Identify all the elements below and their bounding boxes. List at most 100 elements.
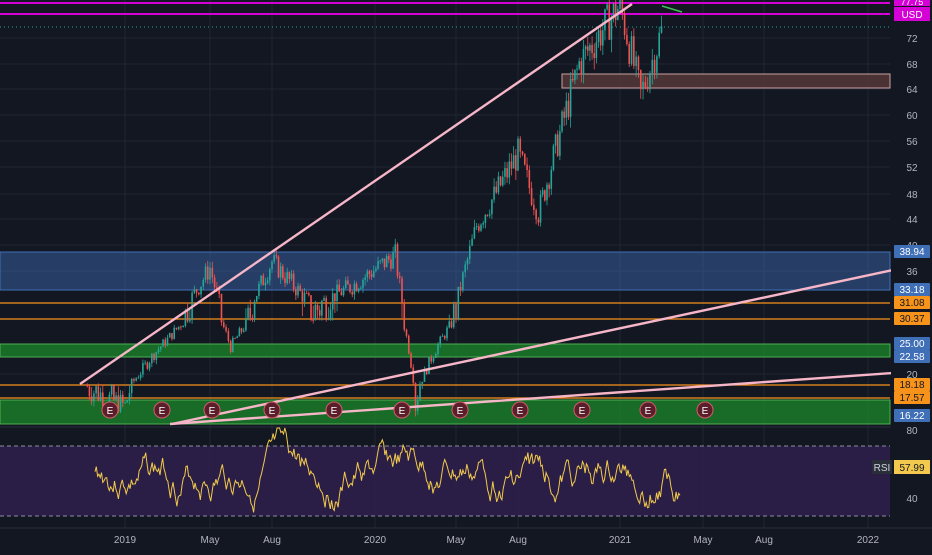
time-axis-label: 2022	[857, 535, 880, 546]
candle-body	[602, 30, 604, 46]
candle-body	[323, 298, 325, 301]
candle-body	[260, 275, 262, 284]
resistance-zone-blue	[0, 251, 891, 291]
candle-body	[403, 302, 406, 330]
candle-body	[180, 326, 182, 328]
candle-body	[561, 111, 563, 132]
candle-body	[364, 277, 366, 280]
candle-body	[251, 317, 254, 320]
candle-body	[488, 214, 491, 216]
candle-body	[578, 61, 580, 69]
candle-body	[468, 245, 471, 259]
candle-body	[258, 283, 260, 296]
candle-body	[381, 258, 384, 261]
candle-body	[457, 286, 460, 320]
candle-body	[448, 321, 451, 328]
candle-body	[202, 280, 205, 287]
price-tick-label: 68	[906, 60, 918, 71]
candle-body	[86, 384, 89, 387]
chart-svg[interactable]: EEEEEEEEEEE 726864605652484440362038.943…	[0, 0, 932, 550]
candle-body	[312, 319, 314, 321]
candle-body	[279, 266, 282, 278]
candle-body	[142, 363, 144, 375]
candle-body	[407, 335, 410, 354]
candle-body	[582, 49, 585, 75]
candle-body	[119, 394, 122, 412]
candle-body	[344, 280, 347, 289]
candle-body	[222, 322, 225, 328]
candle-body	[175, 327, 178, 330]
earnings-marker: E	[511, 401, 529, 419]
candle-body	[450, 321, 453, 328]
candle-body	[305, 292, 308, 294]
rsi-value: 57.99	[899, 463, 924, 474]
candle-body	[569, 78, 572, 117]
candle-body	[556, 134, 559, 156]
price-tick-label: 48	[906, 190, 918, 201]
candle-body	[639, 70, 642, 90]
candle-body	[552, 145, 555, 170]
earnings-label: E	[702, 406, 709, 417]
candle-body	[295, 289, 297, 296]
level-badge-text: 22.58	[899, 352, 924, 363]
candle-body	[171, 333, 173, 339]
earnings-label: E	[269, 406, 276, 417]
candle-body	[593, 53, 596, 59]
earnings-label: E	[579, 406, 586, 417]
candle-body	[262, 275, 265, 286]
level-badge-text: 31.08	[899, 298, 924, 309]
candle-body	[533, 204, 535, 210]
candle-body	[574, 69, 576, 81]
candle-body	[360, 287, 362, 289]
brown-supply-zone	[561, 73, 891, 89]
level-badge-text: 16.22	[899, 411, 924, 422]
earnings-label: E	[107, 406, 114, 417]
candle-body	[610, 18, 613, 40]
candle-body	[368, 271, 371, 275]
candle-body	[329, 309, 332, 320]
price-tick-label: 72	[906, 34, 918, 45]
candle-body	[548, 184, 550, 189]
candle-body	[375, 268, 377, 271]
earnings-label: E	[159, 406, 166, 417]
candle-body	[528, 170, 531, 189]
price-tick-label: 64	[906, 85, 918, 96]
candle-body	[390, 259, 392, 269]
earnings-marker: E	[101, 401, 119, 419]
candle-body	[541, 190, 544, 195]
candle-body	[608, 4, 611, 40]
candle-body	[410, 353, 412, 368]
earnings-label: E	[331, 406, 338, 417]
time-axis-label: Aug	[755, 535, 773, 546]
candle-body	[595, 42, 598, 59]
candle-body	[288, 272, 291, 279]
candle-body	[101, 392, 104, 407]
candle-body	[366, 271, 369, 278]
candle-body	[452, 304, 455, 328]
candle-body	[336, 284, 338, 302]
candle-body	[501, 176, 504, 186]
candle-body	[130, 378, 133, 393]
candle-body	[269, 269, 271, 281]
candle-body	[124, 402, 126, 404]
candle-body	[247, 307, 249, 320]
candle-body	[658, 32, 660, 57]
candle-body	[597, 30, 600, 43]
candle-body	[437, 344, 439, 355]
candle-body	[482, 222, 484, 225]
candle-body	[232, 337, 234, 352]
candle-body	[462, 272, 464, 291]
candle-body	[220, 293, 223, 323]
candle-body	[428, 356, 430, 375]
candle-body	[396, 244, 399, 277]
candle-body	[491, 199, 493, 215]
candle-body	[340, 291, 343, 296]
candle-body	[660, 26, 663, 33]
candle-body	[546, 184, 548, 201]
candle-body	[475, 226, 478, 228]
candle-body	[148, 363, 151, 369]
price-tick-label: 60	[906, 111, 918, 122]
candle-body	[168, 333, 171, 338]
candle-body	[342, 288, 345, 296]
candle-body	[173, 327, 176, 339]
